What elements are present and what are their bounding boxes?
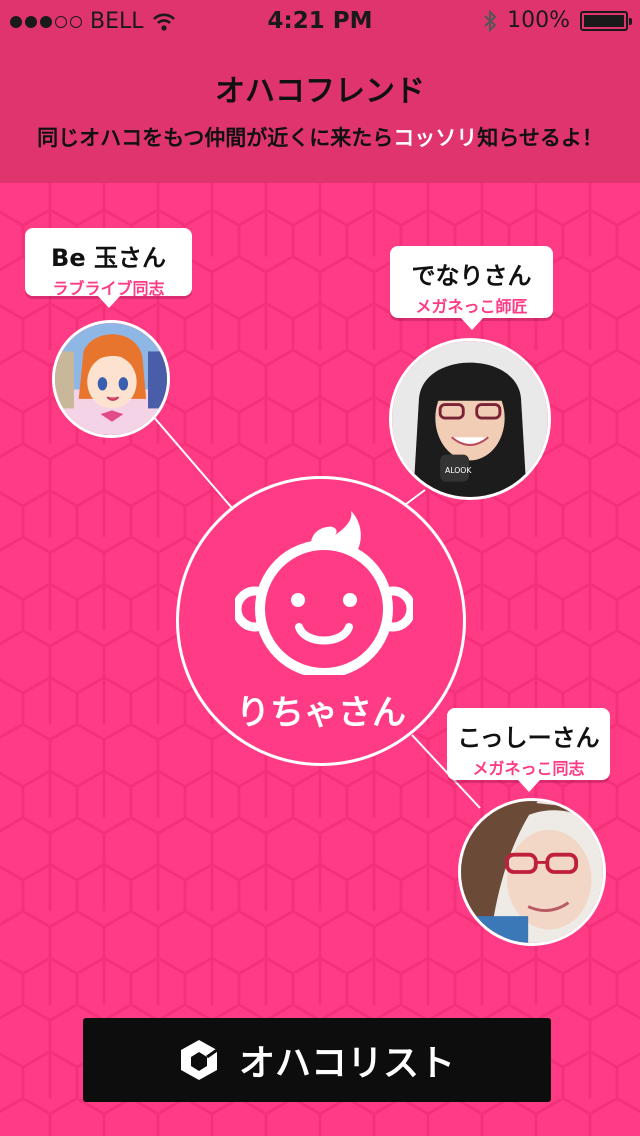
ohako-list-button[interactable]: オハコリスト xyxy=(83,1018,551,1102)
friend-name: でなりさん xyxy=(411,262,532,290)
status-bar: BELL 4:21 PM 100% xyxy=(0,0,640,42)
friend-bubble-1[interactable]: Be 玉さん ラブライブ同志 xyxy=(25,228,192,308)
photo-avatar-image: ALOOK xyxy=(392,341,548,497)
friend-avatar-2[interactable]: ALOOK xyxy=(389,338,551,500)
bluetooth-icon xyxy=(484,9,497,32)
battery-percent: 100% xyxy=(507,8,570,33)
photo-avatar-image xyxy=(461,801,603,943)
friend-tag: メガネっこ師匠 xyxy=(415,297,528,316)
battery-icon xyxy=(580,10,632,31)
cube-icon xyxy=(180,1040,218,1080)
baby-face-icon xyxy=(235,511,413,675)
subtitle-highlight: コッソリ xyxy=(393,126,478,150)
friend-avatar-3[interactable] xyxy=(458,798,606,946)
page-subtitle: 同じオハコをもつ仲間が近くに来たらコッソリ知らせるよ！ xyxy=(0,122,640,152)
friend-avatar-1[interactable] xyxy=(52,320,170,438)
friend-bubble-3[interactable]: こっしーさん メガネっこ同志 xyxy=(447,708,610,792)
subtitle-text-end: 知らせるよ！ xyxy=(477,126,603,150)
my-name: りちゃさん xyxy=(236,693,406,733)
svg-text:ALOOK: ALOOK xyxy=(445,466,472,475)
friend-name: こっしーさん xyxy=(457,724,600,752)
ohako-list-label: オハコリスト xyxy=(238,1043,455,1084)
friend-tag: ラブライブ同志 xyxy=(52,279,165,298)
friend-name: Be 玉さん xyxy=(51,244,166,272)
my-profile-circle[interactable]: りちゃさん xyxy=(176,476,466,766)
header: オハコフレンド 同じオハコをもつ仲間が近くに来たらコッソリ知らせるよ！ xyxy=(0,42,640,183)
status-right: 100% xyxy=(483,8,632,33)
friend-bubble-2[interactable]: でなりさん メガネっこ師匠 xyxy=(390,246,553,330)
anime-avatar-image xyxy=(55,323,167,435)
friend-tag: メガネっこ同志 xyxy=(472,759,585,778)
page-title: オハコフレンド xyxy=(215,74,425,109)
subtitle-text-start: 同じオハコをもつ仲間が近くに来たら xyxy=(37,126,394,150)
